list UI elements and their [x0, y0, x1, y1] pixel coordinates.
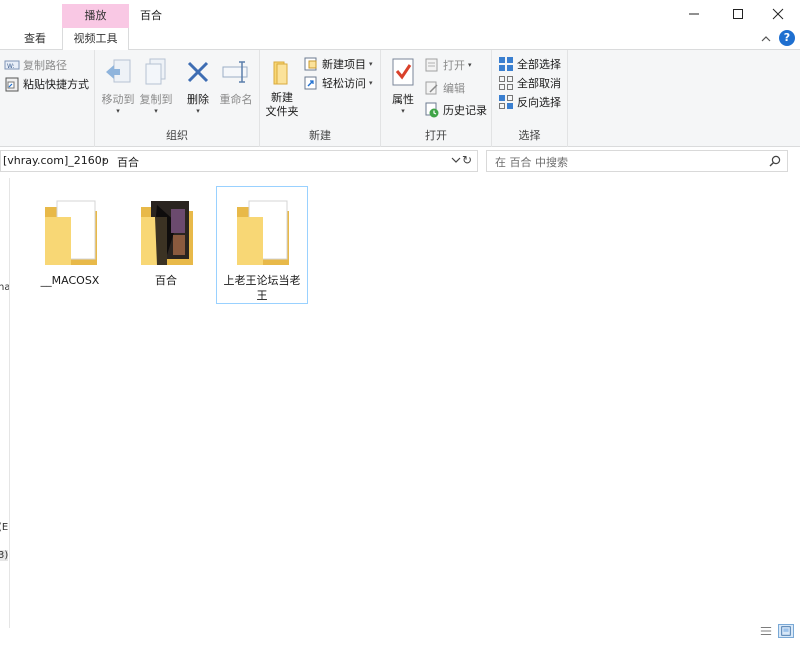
rename-icon — [222, 61, 248, 83]
new-folder-icon — [273, 61, 288, 85]
properties-button[interactable]: 属性 ▾ — [387, 56, 419, 115]
title-bar: 播放 百合 — [0, 0, 800, 28]
maximize-icon — [733, 9, 743, 19]
item-label: 上老王论坛当老王 — [223, 274, 301, 302]
search-box[interactable]: 在 百合 中搜索 — [486, 150, 788, 172]
history-icon — [425, 102, 439, 118]
close-button[interactable] — [756, 0, 800, 28]
paste-shortcut-button[interactable]: 粘贴快捷方式 — [4, 74, 89, 94]
details-view-icon[interactable] — [758, 624, 774, 638]
folder-item-macosx[interactable]: __MACOSX — [24, 186, 116, 304]
folder-icon — [45, 200, 97, 265]
svg-text:W:: W: — [7, 63, 15, 70]
group-label-new: 新建 — [309, 129, 331, 142]
chevron-right-icon[interactable]: › — [102, 153, 106, 166]
new-item-icon — [304, 57, 317, 71]
breadcrumb-parent[interactable]: [vhray.com]_2160p — [3, 154, 109, 167]
open-button[interactable]: 打开 ▾ — [424, 55, 472, 75]
nav-fragment-3[interactable]: 3) — [0, 550, 9, 561]
group-clipboard: W: 复制路径 粘贴快捷方式 — [0, 50, 95, 147]
help-icon[interactable]: ? — [779, 30, 795, 46]
edit-icon — [425, 81, 438, 95]
history-button[interactable]: 历史记录 — [424, 100, 487, 120]
nav-fragment-2[interactable]: (E — [0, 522, 8, 533]
new-folder-button[interactable]: 新建 文件夹 — [264, 56, 300, 119]
invert-selection-button[interactable]: 反向选择 — [498, 92, 561, 112]
window-title: 百合 — [140, 9, 162, 22]
group-new: 新建 文件夹 新建项目 ▾ 轻松访问 ▾ 新建 — [260, 50, 381, 147]
select-all-icon — [499, 57, 513, 71]
address-bar[interactable]: [vhray.com]_2160p › 百合 ↻ — [0, 150, 478, 172]
maximize-button[interactable] — [716, 0, 760, 28]
folder-item-baihe[interactable]: 百合 — [120, 186, 212, 304]
select-all-button[interactable]: 全部选择 — [498, 54, 561, 74]
copy-path-button[interactable]: W: 复制路径 — [4, 55, 67, 75]
address-row: [vhray.com]_2160p › 百合 ↻ 在 百合 中搜索 — [0, 150, 800, 172]
group-open: 属性 ▾ 打开 ▾ 编辑 历史记录 打开 — [381, 50, 492, 147]
tab-view[interactable]: 查看 — [14, 28, 56, 50]
group-select: 全部选择 全部取消 反向选择 选择 — [492, 50, 568, 147]
select-none-icon — [499, 76, 513, 90]
minimize-button[interactable] — [672, 0, 716, 28]
edit-button[interactable]: 编辑 — [424, 78, 465, 98]
group-label-organize: 组织 — [166, 129, 188, 142]
group-label-select: 选择 — [518, 129, 541, 142]
breadcrumb-current[interactable]: 百合 — [117, 154, 139, 170]
select-none-button[interactable]: 全部取消 — [498, 73, 561, 93]
folder-item-laowang[interactable]: 上老王论坛当老王 — [216, 186, 308, 304]
move-to-button[interactable]: 移动到 ▾ — [99, 56, 137, 115]
search-icon[interactable] — [769, 155, 781, 167]
item-label: __MACOSX — [40, 274, 100, 287]
delete-button[interactable]: 删除 ▾ — [181, 56, 215, 115]
search-placeholder: 在 百合 中搜索 — [495, 156, 568, 169]
context-tab-header-play[interactable]: 播放 — [62, 4, 129, 28]
copy-to-icon — [145, 58, 166, 85]
chevron-up-icon[interactable] — [760, 33, 772, 45]
ribbon-tabs: 查看 视频工具 — [0, 28, 800, 51]
refresh-icon[interactable]: ↻ — [462, 153, 472, 167]
move-to-icon — [106, 59, 131, 83]
large-icons-view-icon[interactable] — [778, 624, 794, 638]
easy-access-icon — [304, 76, 317, 90]
properties-icon — [392, 58, 414, 86]
delete-icon — [187, 61, 209, 83]
invert-selection-icon — [499, 95, 513, 109]
group-label-open: 打开 — [425, 129, 447, 142]
copy-path-icon: W: — [4, 60, 20, 70]
ribbon: W: 复制路径 粘贴快捷方式 移动到 ▾ 复制到 ▾ 删除 ▾ 重命名 组织 新… — [0, 50, 800, 147]
easy-access-button[interactable]: 轻松访问 ▾ — [303, 73, 373, 93]
item-label: 百合 — [155, 274, 177, 287]
paste-shortcut-icon — [5, 77, 19, 92]
chevron-down-icon[interactable] — [451, 155, 461, 165]
close-icon — [772, 8, 784, 20]
open-icon — [425, 58, 438, 72]
group-organize: 移动到 ▾ 复制到 ▾ 删除 ▾ 重命名 组织 — [95, 50, 260, 147]
folder-icon — [237, 200, 289, 265]
nav-fragment-1[interactable]: na — [0, 282, 9, 293]
new-item-button[interactable]: 新建项目 ▾ — [303, 54, 373, 74]
rename-button[interactable]: 重命名 — [217, 56, 255, 107]
tab-video-tools[interactable]: 视频工具 — [62, 28, 129, 51]
folder-with-video-thumbnail-icon — [141, 201, 193, 265]
minimize-icon — [689, 13, 699, 15]
copy-to-button[interactable]: 复制到 ▾ — [137, 56, 175, 115]
view-toggles — [758, 624, 794, 640]
navigation-pane[interactable]: na (E 3) — [0, 178, 10, 628]
